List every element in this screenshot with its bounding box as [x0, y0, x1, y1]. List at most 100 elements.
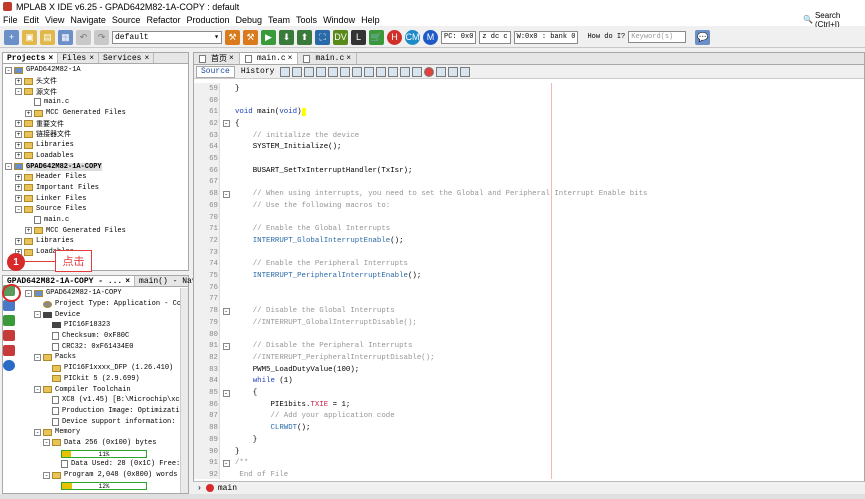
code-line[interactable]: 72 INTERRUPT_GlobalInterruptEnable();	[194, 235, 864, 247]
code-line[interactable]: 62-{	[194, 118, 864, 130]
expand-icon[interactable]: +	[15, 237, 22, 245]
fold-marker[interactable]: -	[221, 459, 231, 467]
menu-help[interactable]: Help	[361, 15, 380, 25]
expand-icon[interactable]: +	[15, 77, 22, 85]
stop-macro-icon[interactable]	[436, 66, 447, 77]
prev-bookmark-icon[interactable]	[376, 66, 387, 77]
dashboard-scrollbar[interactable]	[180, 288, 188, 493]
collapse-icon[interactable]: -	[15, 88, 22, 96]
mcc-icon[interactable]: M	[423, 29, 438, 45]
tree-item[interactable]: - Memory	[23, 427, 188, 438]
tree-item[interactable]: - GPAD642M82-1A	[3, 65, 188, 76]
tree-item[interactable]: - Device	[23, 309, 188, 320]
panel-tab[interactable]: GPAD642M82-1A-COPY - ... ×	[3, 276, 136, 286]
undo-icon[interactable]: ↶	[76, 29, 91, 45]
tree-item[interactable]: CRC32: 0xF61434E0	[23, 341, 188, 352]
close-icon[interactable]: ×	[229, 54, 234, 63]
expand-icon[interactable]: +	[15, 130, 22, 138]
code-line[interactable]: 77	[194, 294, 864, 306]
tree-item[interactable]: Data Used: 28 (0x1C) Free: 228	[23, 459, 188, 470]
code-line[interactable]: 67	[194, 177, 864, 189]
tree-item[interactable]: Checksum: 0xF80C	[23, 331, 188, 342]
tree-item[interactable]: - GPAD642M82-1A-COPY	[3, 161, 188, 172]
save-all-icon[interactable]: ▦	[58, 29, 73, 45]
code-line[interactable]: 64 SYSTEM_Initialize();	[194, 142, 864, 154]
expand-icon[interactable]: +	[15, 173, 22, 181]
tree-item[interactable]: + MCC Generated Files	[3, 108, 188, 119]
back-icon[interactable]	[292, 66, 303, 77]
code-line[interactable]: 70	[194, 212, 864, 224]
code-line[interactable]: 65	[194, 153, 864, 165]
expand-icon[interactable]: +	[25, 109, 32, 117]
code-line[interactable]: 88 CLRWDT();	[194, 422, 864, 434]
tree-item[interactable]: + Linker Files	[3, 193, 188, 204]
menu-production[interactable]: Production	[186, 15, 229, 25]
code-line[interactable]: 63 // initialize the device	[194, 130, 864, 142]
fold-marker[interactable]: -	[221, 307, 231, 315]
keyword-input[interactable]: Keyword(s)	[628, 31, 687, 43]
chat-icon[interactable]: 💬	[695, 29, 711, 45]
code-line[interactable]: 73	[194, 247, 864, 259]
code-line[interactable]: 71 // Enable the Global Interrupts	[194, 223, 864, 235]
read-device-icon[interactable]: ⬆	[297, 29, 312, 45]
history-tab[interactable]: History	[237, 67, 279, 76]
code-area[interactable]: 59} 60 61 void main(void) 62-{63 // initial…	[194, 83, 864, 479]
collapse-icon[interactable]: -	[222, 459, 230, 467]
tree-item[interactable]: - Compiler Toolchain	[23, 384, 188, 395]
code-line[interactable]: 78- // Disable the Global Interrupts	[194, 305, 864, 317]
tree-item[interactable]: main.c	[3, 97, 188, 108]
pdf-icon[interactable]	[3, 345, 15, 356]
collapse-icon[interactable]: -	[34, 428, 41, 436]
expand-icon[interactable]: +	[15, 184, 22, 192]
tree-item[interactable]: - Program 2,048 (0x800) words	[23, 470, 188, 481]
fold-marker[interactable]: -	[221, 342, 231, 350]
editor-tab[interactable]: main.c ×	[298, 53, 358, 64]
tree-item[interactable]: 11%	[23, 448, 188, 459]
fold-marker[interactable]: -	[221, 120, 231, 128]
code-line[interactable]: 84 while (1)	[194, 376, 864, 388]
open-project-icon[interactable]: ▤	[40, 29, 55, 45]
new-project-icon[interactable]: ▣	[22, 29, 37, 45]
tree-item[interactable]: main.c	[3, 215, 188, 226]
config-select[interactable]: default ▾	[112, 30, 222, 44]
ipe-icon[interactable]: DV	[333, 29, 348, 45]
clean-build-icon[interactable]: ⚒	[243, 29, 258, 45]
editor-tab[interactable]: main.c ×	[239, 53, 299, 64]
panel-tab[interactable]: Projects ×	[3, 53, 59, 63]
help-icon[interactable]	[3, 360, 15, 371]
code-line[interactable]: 74 // Enable the Peripheral Interrupts	[194, 259, 864, 271]
collapse-icon[interactable]: -	[222, 389, 230, 397]
fold-marker[interactable]: -	[221, 389, 231, 397]
tree-item[interactable]: + MCC Generated Files	[3, 225, 188, 236]
panel-tab[interactable]: Files ×	[58, 53, 100, 63]
panel-tab[interactable]: Services ×	[99, 53, 155, 63]
tree-item[interactable]: PICkit 5 (2.9.699)	[23, 374, 188, 385]
collapse-icon[interactable]: -	[222, 120, 230, 128]
code-line[interactable]: 92 End of File	[194, 469, 864, 479]
run-icon[interactable]: ▶	[261, 29, 276, 45]
code-line[interactable]: 66 BUSART_SetTxInterruptHandler(TxIsr);	[194, 165, 864, 177]
collapse-icon[interactable]: -	[222, 342, 230, 350]
last-edit-icon[interactable]	[280, 66, 291, 77]
code-line[interactable]: 81- // Disable the Peripheral Interrupts	[194, 340, 864, 352]
expand-icon[interactable]: +	[15, 120, 22, 128]
code-line[interactable]: 59}	[194, 83, 864, 95]
tool-icon[interactable]	[3, 315, 15, 326]
next-bookmark-icon[interactable]	[388, 66, 399, 77]
forward-icon[interactable]	[304, 66, 315, 77]
tree-item[interactable]: + Loadables	[3, 151, 188, 162]
tree-item[interactable]: Project Type: Application - Configura	[23, 299, 188, 310]
tree-item[interactable]: XC8 (v1.45) [B:\Microchip\xc8\v1.4	[23, 395, 188, 406]
close-icon[interactable]: ×	[144, 54, 149, 63]
code-line[interactable]: 86 PIE1bits.TXIE = 1;	[194, 399, 864, 411]
close-icon[interactable]: ×	[288, 54, 293, 63]
uncomment-icon[interactable]	[460, 66, 471, 77]
redo-icon[interactable]: ↷	[94, 29, 109, 45]
tree-item[interactable]: Device support information: Comp	[23, 416, 188, 427]
close-icon[interactable]: ×	[89, 54, 94, 63]
tree-item[interactable]: + Libraries	[3, 140, 188, 151]
stop-icon[interactable]	[3, 330, 15, 341]
menu-edit[interactable]: Edit	[24, 15, 40, 25]
build-icon[interactable]: ⚒	[225, 29, 240, 45]
collapse-icon[interactable]: -	[222, 190, 230, 198]
